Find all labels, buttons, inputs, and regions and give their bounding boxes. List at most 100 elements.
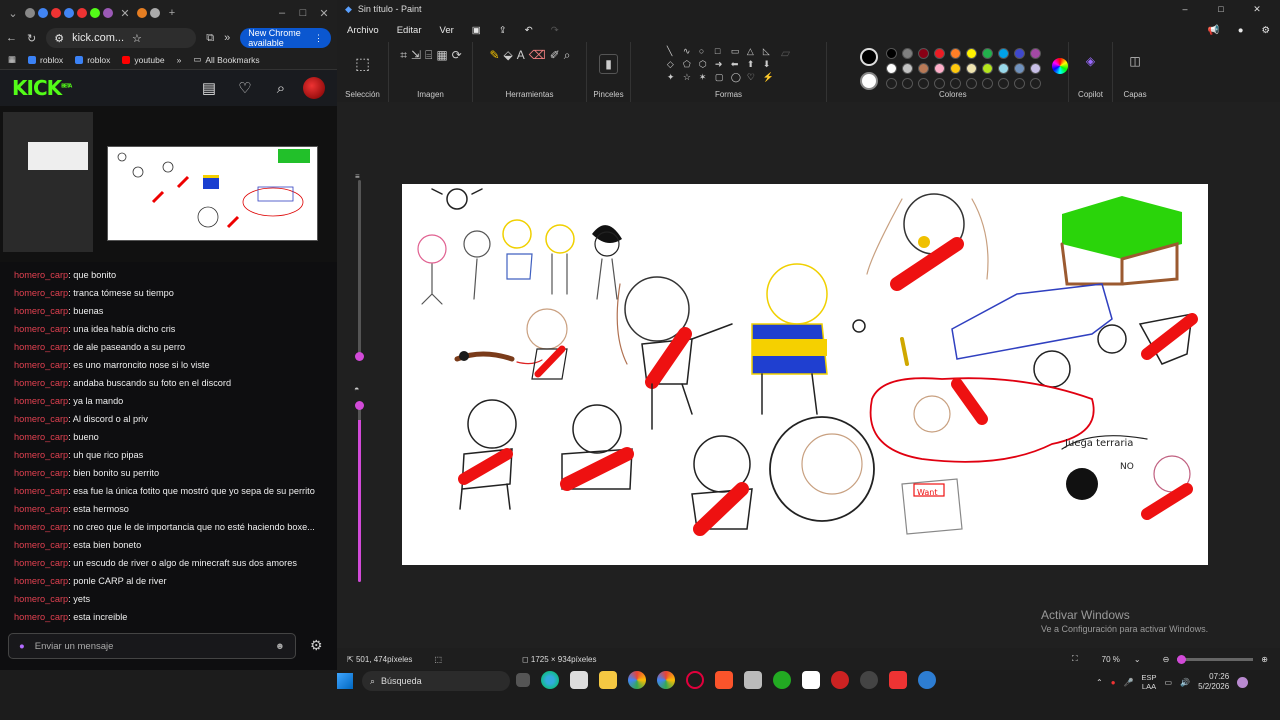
opacity-knob[interactable] <box>355 401 364 410</box>
brave-icon[interactable] <box>715 671 733 689</box>
avatar[interactable] <box>303 77 325 99</box>
color-2[interactable] <box>860 72 878 90</box>
tab-favicon[interactable] <box>137 8 147 18</box>
tab-favicon[interactable] <box>150 8 160 18</box>
palette-swatch[interactable] <box>1014 48 1025 59</box>
redo-icon[interactable]: ↷ <box>551 25 559 36</box>
tab-favicon[interactable] <box>64 8 74 18</box>
file-explorer-icon[interactable] <box>599 671 617 689</box>
bookmark-youtube[interactable]: youtube <box>122 55 165 65</box>
palette-swatch[interactable] <box>918 63 929 74</box>
chrome-icon[interactable] <box>657 671 675 689</box>
reload-icon[interactable]: ↻ <box>27 32 36 45</box>
app-icon[interactable] <box>831 671 849 689</box>
image-search-icon[interactable]: ⌸ <box>425 48 432 63</box>
palette-swatch[interactable] <box>966 48 977 59</box>
language-indicator[interactable]: ESP LAA <box>1142 673 1157 691</box>
menu-ver[interactable]: Ver <box>440 25 454 36</box>
color-1[interactable] <box>860 48 878 66</box>
back-icon[interactable]: ← <box>6 32 17 44</box>
palette-swatch[interactable] <box>1030 63 1041 74</box>
zoom-level[interactable]: 70 % <box>1102 655 1120 664</box>
pencil-icon[interactable]: ✎ <box>489 48 499 63</box>
chat-username[interactable]: homero_carp <box>14 324 68 334</box>
chat-username[interactable]: homero_carp <box>14 594 68 604</box>
tab-favicon[interactable] <box>51 8 61 18</box>
custom-color-slot[interactable] <box>902 78 913 89</box>
menu-editar[interactable]: Editar <box>397 25 422 36</box>
bookmark-roblox-1[interactable]: roblox <box>28 55 63 65</box>
minimize-icon[interactable]: – <box>1170 4 1200 14</box>
custom-color-slot[interactable] <box>966 78 977 89</box>
url-field[interactable]: ⚙ kick.com... ☆ <box>46 28 197 48</box>
copilot-icon[interactable]: ◈ <box>1086 54 1095 68</box>
zoom-out-icon[interactable]: ⊖ <box>1163 655 1170 664</box>
edge-icon[interactable] <box>541 671 559 689</box>
custom-color-slot[interactable] <box>1030 78 1041 89</box>
chat-username[interactable]: homero_carp <box>14 612 68 622</box>
zoom-slider[interactable] <box>1177 654 1254 664</box>
chrome-icon[interactable] <box>628 671 646 689</box>
account-icon[interactable]: ● <box>1238 25 1244 36</box>
settings-icon[interactable]: ⚙ <box>1261 25 1270 36</box>
share-icon[interactable]: ⇪ <box>499 25 507 36</box>
chat-username[interactable]: homero_carp <box>14 378 68 388</box>
task-view-icon[interactable] <box>516 673 530 687</box>
undo-icon[interactable]: ↶ <box>525 25 533 36</box>
select-all-icon[interactable]: ▦ <box>436 48 447 63</box>
chat-username[interactable]: homero_carp <box>14 540 68 550</box>
custom-color-slot[interactable] <box>886 78 897 89</box>
fit-icon[interactable]: ⛶ <box>1072 654 1078 664</box>
chat-username[interactable]: homero_carp <box>14 432 68 442</box>
layers-icon[interactable]: ◫ <box>1129 54 1140 68</box>
palette-swatch[interactable] <box>1014 63 1025 74</box>
chat-username[interactable]: homero_carp <box>14 306 68 316</box>
menu-archivo[interactable]: Archivo <box>347 25 379 36</box>
palette-swatch[interactable] <box>886 48 897 59</box>
select-icon[interactable]: ⬚ <box>355 54 370 74</box>
chat-username[interactable]: homero_carp <box>14 504 68 514</box>
chat-username[interactable]: homero_carp <box>14 522 68 532</box>
taskbar-search[interactable]: ⌕ Búsqueda <box>362 671 510 691</box>
minimize-icon[interactable]: – <box>273 7 291 19</box>
chat-username[interactable]: homero_carp <box>14 360 68 370</box>
app-icon[interactable] <box>860 671 878 689</box>
app-icon[interactable] <box>889 671 907 689</box>
chat-username[interactable]: homero_carp <box>14 396 68 406</box>
tab-favicon[interactable] <box>25 8 35 18</box>
close-icon[interactable]: ✕ <box>1242 4 1272 15</box>
tab-favicon[interactable] <box>103 8 113 18</box>
palette-swatch[interactable] <box>918 48 929 59</box>
palette-swatch[interactable] <box>998 63 1009 74</box>
custom-color-slot[interactable] <box>950 78 961 89</box>
chat-username[interactable]: homero_carp <box>14 576 68 586</box>
more-bookmarks-icon[interactable]: » <box>177 55 182 65</box>
following-heart-icon[interactable]: ♡ <box>227 79 263 97</box>
announce-icon[interactable]: 📢 <box>1208 25 1220 36</box>
all-bookmarks[interactable]: ▭ All Bookmarks <box>193 54 259 65</box>
maximize-icon[interactable]: □ <box>1206 4 1236 14</box>
windows-start-icon[interactable] <box>337 673 353 689</box>
notifications-icon[interactable] <box>1237 676 1249 688</box>
search-icon[interactable]: ⌕ <box>263 80 299 97</box>
chat-username[interactable]: homero_carp <box>14 270 68 280</box>
fill-icon[interactable]: ⬙ <box>504 48 513 63</box>
palette-swatch[interactable] <box>886 63 897 74</box>
chat-username[interactable]: homero_carp <box>14 342 68 352</box>
drawing-canvas[interactable]: Juega terraria NO Want <box>402 184 1208 565</box>
xbox-icon[interactable] <box>773 671 791 689</box>
shapes-gallery[interactable]: ╲ ∿ ○ □ ▭ △ ◺ ◇ ⬠ ⬡ ➜ ⬅ ⬆ ⬇ ✦ ☆ ✶ ▢ ◯ ♡ ⚡ <box>667 46 777 83</box>
palette-swatch[interactable] <box>934 63 945 74</box>
custom-color-slot[interactable] <box>982 78 993 89</box>
new-tab-icon[interactable]: + <box>163 7 181 19</box>
chat-username[interactable]: homero_carp <box>14 288 68 298</box>
brush-icon[interactable]: ▮ <box>599 54 618 74</box>
save-icon[interactable]: ▣ <box>472 25 481 36</box>
chat-username[interactable]: homero_carp <box>14 414 68 424</box>
site-info-icon[interactable]: ⚙ <box>54 32 64 45</box>
tab-close-icon[interactable]: ✕ <box>116 7 134 20</box>
more-tabs-icon[interactable]: » <box>224 32 230 44</box>
tab-favicon[interactable] <box>90 8 100 18</box>
maximize-icon[interactable]: □ <box>294 7 312 19</box>
custom-color-slot[interactable] <box>998 78 1009 89</box>
